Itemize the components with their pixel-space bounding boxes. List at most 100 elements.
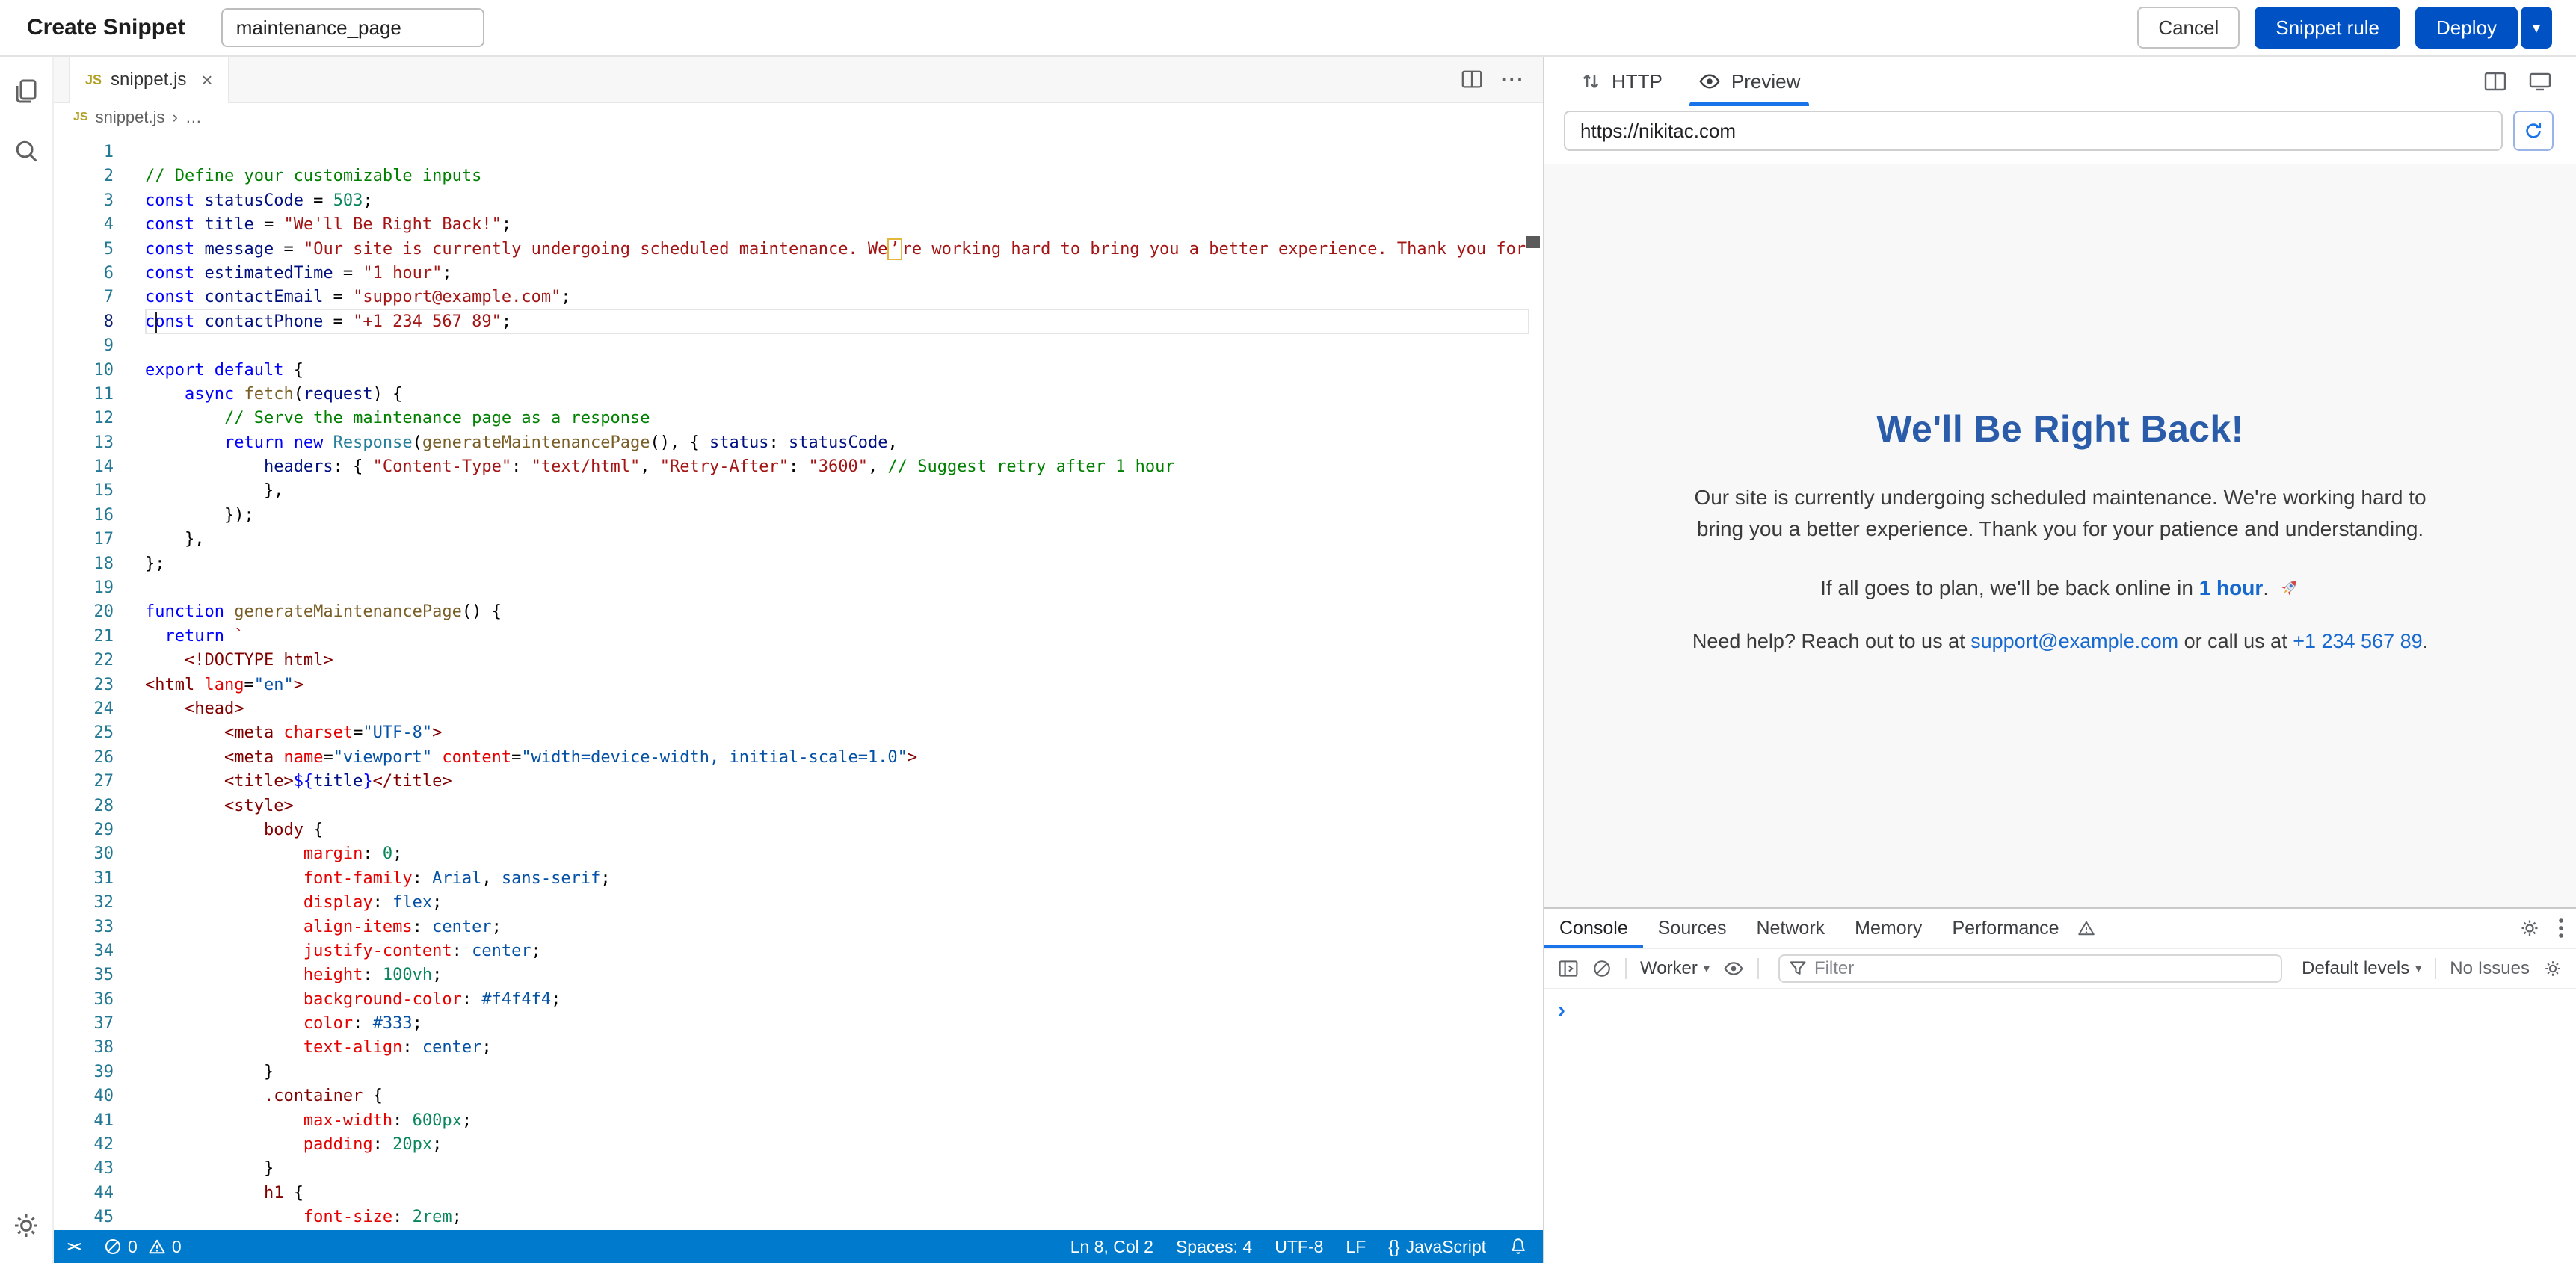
devtools-tab-network[interactable]: Network bbox=[1741, 909, 1840, 948]
line-number[interactable]: 36 bbox=[54, 988, 114, 1012]
snippet-rule-button[interactable]: Snippet rule bbox=[2255, 7, 2400, 49]
notifications-bell-icon[interactable] bbox=[1509, 1237, 1528, 1256]
line-number[interactable]: 6 bbox=[54, 262, 114, 285]
settings-gear-icon[interactable] bbox=[10, 1209, 43, 1242]
line-number[interactable]: 14 bbox=[54, 455, 114, 479]
line-number[interactable]: 16 bbox=[54, 504, 114, 528]
language-mode[interactable]: {} JavaScript bbox=[1388, 1237, 1486, 1257]
line-number[interactable]: 1 bbox=[54, 140, 114, 164]
console-prompt-row[interactable]: › bbox=[1544, 989, 2576, 1019]
code-line[interactable]: 15 }, bbox=[54, 479, 1529, 503]
code-line[interactable]: 41 max-width: 600px; bbox=[54, 1109, 1529, 1133]
refresh-button[interactable] bbox=[2513, 111, 2554, 151]
line-number[interactable]: 30 bbox=[54, 842, 114, 866]
line-number[interactable]: 13 bbox=[54, 431, 114, 455]
line-number[interactable]: 37 bbox=[54, 1012, 114, 1036]
line-number[interactable]: 18 bbox=[54, 552, 114, 576]
cursor-position[interactable]: Ln 8, Col 2 bbox=[1070, 1237, 1153, 1257]
code-line[interactable]: 12 // Serve the maintenance page as a re… bbox=[54, 407, 1529, 430]
code-line[interactable]: 27 <title>${title}</title> bbox=[54, 770, 1529, 794]
device-emulation-icon[interactable] bbox=[2528, 70, 2552, 93]
code-line[interactable]: 7const contactEmail = "support@example.c… bbox=[54, 285, 1529, 309]
code-line[interactable]: 17 }, bbox=[54, 528, 1529, 552]
devtools-tab-sources[interactable]: Sources bbox=[1643, 909, 1742, 948]
line-number[interactable]: 8 bbox=[54, 310, 114, 334]
devtools-tab-console[interactable]: Console bbox=[1544, 909, 1643, 948]
code-line[interactable]: 38 text-align: center; bbox=[54, 1036, 1529, 1060]
indentation-setting[interactable]: Spaces: 4 bbox=[1176, 1237, 1252, 1257]
snippet-name-input[interactable] bbox=[221, 8, 484, 47]
code-line[interactable]: 5const message = "Our site is currently … bbox=[54, 238, 1529, 262]
clear-console-icon[interactable] bbox=[1592, 959, 1612, 978]
execution-context-selector[interactable]: Worker ▾ bbox=[1640, 958, 1710, 979]
code-line[interactable]: 24 <head> bbox=[54, 697, 1529, 721]
code-line[interactable]: 29 body { bbox=[54, 818, 1529, 842]
code-line[interactable]: 34 justify-content: center; bbox=[54, 939, 1529, 963]
tab-http[interactable]: HTTP bbox=[1565, 57, 1677, 106]
devtools-tab-performance[interactable]: Performance bbox=[1937, 909, 2074, 948]
line-number[interactable]: 2 bbox=[54, 164, 114, 188]
line-number[interactable]: 33 bbox=[54, 915, 114, 939]
line-number[interactable]: 41 bbox=[54, 1109, 114, 1133]
code-line[interactable]: 14 headers: { "Content-Type": "text/html… bbox=[54, 455, 1529, 479]
remote-indicator-icon[interactable]: >< bbox=[54, 1230, 93, 1263]
log-levels-dropdown[interactable]: Default levels ▾ bbox=[2302, 958, 2421, 979]
line-number[interactable]: 17 bbox=[54, 528, 114, 552]
code-line[interactable]: 4const title = "We'll Be Right Back!"; bbox=[54, 213, 1529, 237]
problems-warnings[interactable]: 0 bbox=[148, 1237, 182, 1257]
code-line[interactable]: 32 display: flex; bbox=[54, 891, 1529, 915]
cancel-button[interactable]: Cancel bbox=[2137, 7, 2240, 49]
code-line[interactable]: 9 bbox=[54, 334, 1529, 358]
url-input[interactable] bbox=[1564, 111, 2503, 151]
problems-errors[interactable]: 0 bbox=[104, 1237, 138, 1257]
line-number[interactable]: 24 bbox=[54, 697, 114, 721]
phone-link[interactable]: +1 234 567 89 bbox=[2293, 630, 2422, 652]
console-output[interactable]: › bbox=[1544, 989, 2576, 1263]
line-number[interactable]: 5 bbox=[54, 238, 114, 262]
close-tab-icon[interactable]: × bbox=[201, 69, 212, 92]
code-line[interactable]: 25 <meta charset="UTF-8"> bbox=[54, 721, 1529, 745]
code-line[interactable]: 20function generateMaintenancePage() { bbox=[54, 600, 1529, 624]
code-line[interactable]: 44 h1 { bbox=[54, 1182, 1529, 1205]
console-settings-gear-icon[interactable] bbox=[2543, 959, 2563, 978]
code-line[interactable]: 40 .container { bbox=[54, 1084, 1529, 1108]
console-sidebar-icon[interactable] bbox=[1558, 958, 1579, 979]
line-number[interactable]: 25 bbox=[54, 721, 114, 745]
line-number[interactable]: 38 bbox=[54, 1036, 114, 1060]
line-number[interactable]: 32 bbox=[54, 891, 114, 915]
deploy-dropdown-button[interactable]: ▾ bbox=[2521, 7, 2552, 49]
line-number[interactable]: 45 bbox=[54, 1205, 114, 1229]
line-number[interactable]: 40 bbox=[54, 1084, 114, 1108]
code-line[interactable]: 31 font-family: Arial, sans-serif; bbox=[54, 867, 1529, 891]
search-icon[interactable] bbox=[10, 135, 43, 167]
line-number[interactable]: 39 bbox=[54, 1060, 114, 1084]
support-email-link[interactable]: support@example.com bbox=[1970, 630, 2178, 652]
line-number[interactable]: 21 bbox=[54, 625, 114, 649]
line-number[interactable]: 10 bbox=[54, 359, 114, 383]
issues-counter[interactable]: No Issues bbox=[2450, 958, 2530, 979]
line-number[interactable]: 20 bbox=[54, 600, 114, 624]
line-number[interactable]: 12 bbox=[54, 407, 114, 430]
code-line[interactable]: 39 } bbox=[54, 1060, 1529, 1084]
live-expression-eye-icon[interactable] bbox=[1723, 958, 1744, 979]
code-line[interactable]: 23<html lang="en"> bbox=[54, 673, 1529, 697]
files-copy-icon[interactable] bbox=[10, 75, 43, 108]
devtools-tab-memory[interactable]: Memory bbox=[1840, 909, 1937, 948]
code-line[interactable]: 33 align-items: center; bbox=[54, 915, 1529, 939]
breadcrumb-more[interactable]: … bbox=[185, 108, 202, 127]
code-line[interactable]: 30 margin: 0; bbox=[54, 842, 1529, 866]
code-line[interactable]: 37 color: #333; bbox=[54, 1012, 1529, 1036]
line-number[interactable]: 15 bbox=[54, 479, 114, 503]
line-number[interactable]: 22 bbox=[54, 649, 114, 673]
console-filter-input[interactable] bbox=[1814, 958, 2272, 979]
line-number[interactable]: 42 bbox=[54, 1133, 114, 1157]
code-line[interactable]: 36 background-color: #f4f4f4; bbox=[54, 988, 1529, 1012]
line-number[interactable]: 7 bbox=[54, 285, 114, 309]
code-line[interactable]: 11 async fetch(request) { bbox=[54, 383, 1529, 407]
line-number[interactable]: 3 bbox=[54, 189, 114, 213]
tab-preview[interactable]: Preview bbox=[1683, 57, 1815, 106]
line-number[interactable]: 11 bbox=[54, 383, 114, 407]
code-line[interactable]: 10export default { bbox=[54, 359, 1529, 383]
code-line[interactable]: 1 bbox=[54, 140, 1529, 164]
eol-setting[interactable]: LF bbox=[1346, 1237, 1366, 1257]
